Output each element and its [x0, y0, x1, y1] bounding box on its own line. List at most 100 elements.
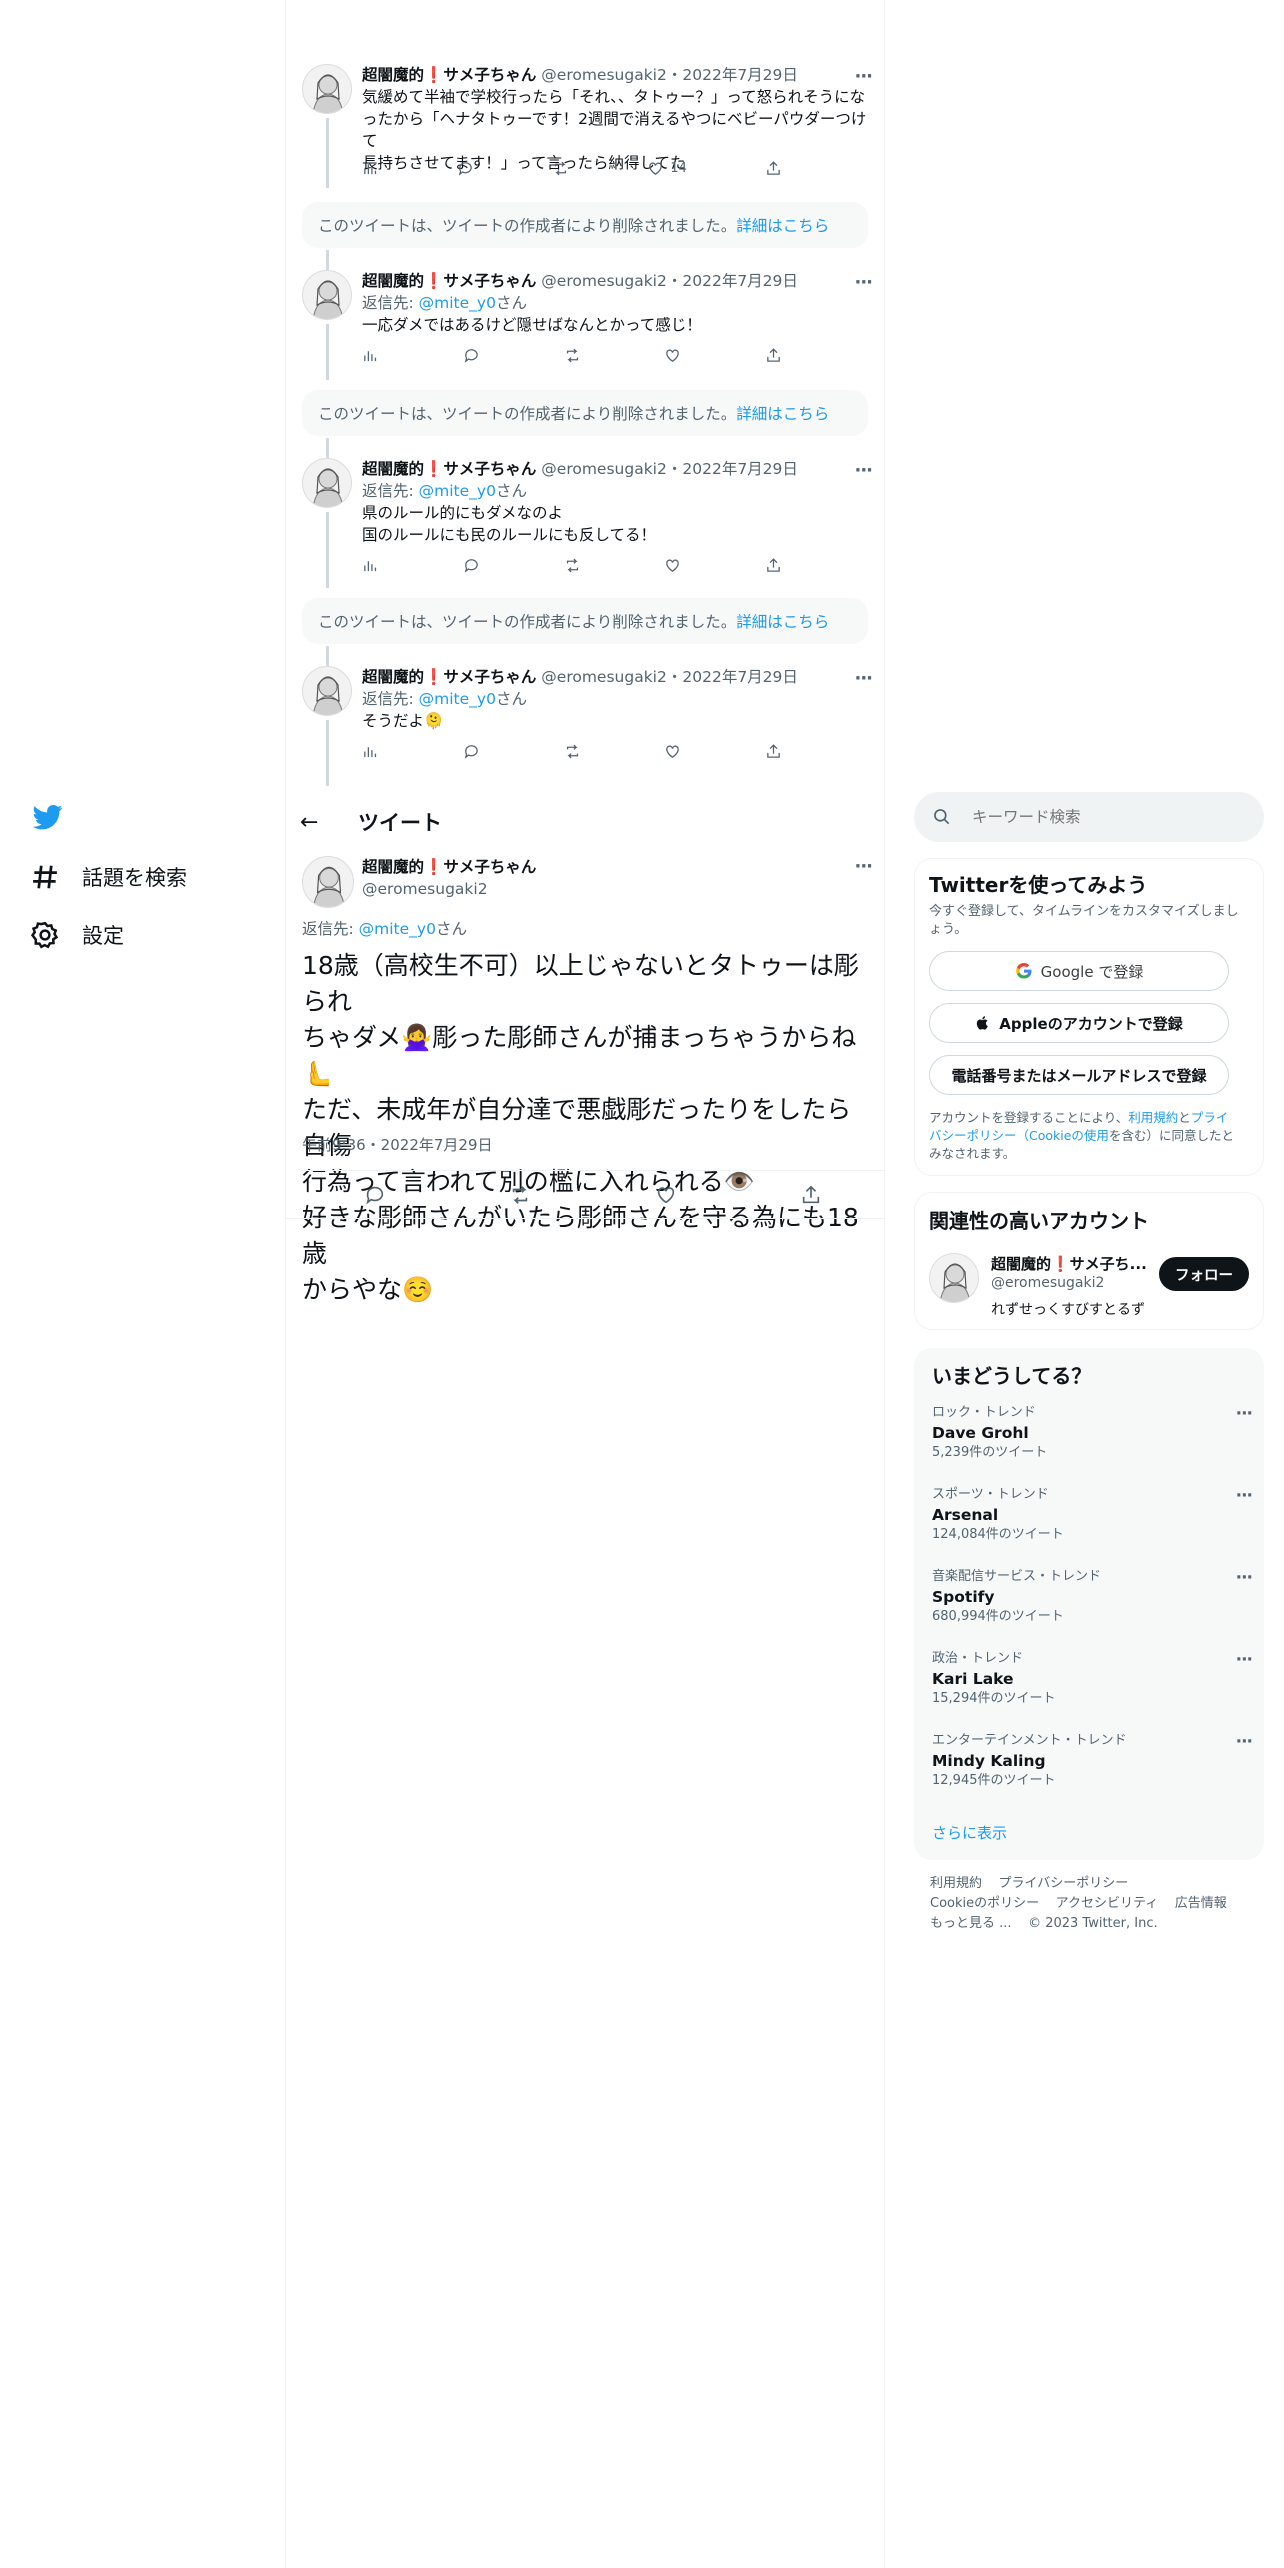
tweet-timestamp[interactable]: 午前9:36・2022年7月29日 — [302, 1134, 493, 1155]
reply-to-link[interactable]: @mite_y0 — [419, 294, 496, 312]
share-button[interactable] — [765, 347, 782, 364]
search-input[interactable] — [972, 808, 1232, 826]
reply-to-link[interactable]: @mite_y0 — [419, 482, 496, 500]
more-icon[interactable]: ··· — [1236, 1404, 1253, 1424]
footer-link-cookie[interactable]: Cookieのポリシー — [930, 1896, 1039, 1911]
avatar[interactable] — [302, 856, 354, 908]
reply-to-link[interactable]: @mite_y0 — [359, 920, 436, 938]
thread-tweet-2[interactable]: 超闇魔的❗サメ子ちゃん @eromesugaki2・2022年7月29日 返信先… — [302, 250, 873, 380]
views-button[interactable] — [362, 557, 379, 574]
details-link[interactable]: 詳細はこちら — [736, 214, 829, 236]
views-button[interactable] — [362, 347, 379, 364]
google-signup-button[interactable]: Google で登録 — [929, 951, 1229, 991]
author-name[interactable]: 超闇魔的 — [362, 66, 424, 84]
terms-link[interactable]: 利用規約 — [1128, 1110, 1178, 1125]
thread-tweet-4[interactable]: 超闇魔的❗サメ子ちゃん @eromesugaki2・2022年7月29日 返信先… — [302, 646, 873, 786]
twitter-bird-icon[interactable] — [32, 802, 66, 832]
views-button[interactable] — [362, 743, 379, 760]
avatar[interactable] — [302, 270, 352, 320]
more-icon[interactable]: ··· — [854, 66, 872, 87]
privacy-link[interactable]: バシーポリシー（Cookieの使用 — [929, 1128, 1109, 1143]
privacy-link[interactable]: プライ — [1191, 1110, 1229, 1125]
trend-item[interactable]: 音楽配信サービス・トレンド Spotify 680,994件のツイート ··· — [932, 1568, 1253, 1626]
nav-settings[interactable]: 設定 — [30, 920, 124, 950]
share-button[interactable] — [765, 160, 782, 177]
tweet-actions — [362, 344, 782, 366]
footer-link-accessibility[interactable]: アクセシビリティ — [1056, 1896, 1159, 1911]
author-name-suffix[interactable]: サメ子ちゃん — [443, 272, 536, 290]
more-icon[interactable]: ··· — [1236, 1568, 1253, 1588]
retweet-button[interactable] — [564, 347, 581, 364]
retweet-button[interactable] — [509, 1184, 531, 1206]
retweet-button[interactable] — [552, 160, 569, 177]
like-button[interactable] — [664, 557, 681, 574]
tweet-date[interactable]: 2022年7月29日 — [682, 668, 798, 686]
author-handle[interactable]: @eromesugaki2 — [541, 66, 667, 84]
more-icon[interactable]: ··· — [854, 460, 872, 481]
nav-explore[interactable]: 話題を検索 — [30, 862, 187, 892]
reply-button[interactable] — [463, 743, 480, 760]
footer-more-button[interactable]: もっと見る ... — [930, 1916, 1012, 1931]
author-handle[interactable]: @eromesugaki2 — [541, 272, 667, 290]
like-button[interactable]: 14 — [647, 160, 687, 177]
reply-button[interactable] — [463, 557, 480, 574]
author-name-suffix[interactable]: サメ子ちゃん — [443, 668, 536, 686]
author-handle[interactable]: @eromesugaki2 — [362, 878, 536, 900]
author-name-suffix[interactable]: サメ子ちゃん — [443, 66, 536, 84]
details-link[interactable]: 詳細はこちら — [736, 402, 829, 424]
reply-to-link[interactable]: @mite_y0 — [419, 690, 496, 708]
tweet-date[interactable]: 2022年7月29日 — [682, 66, 798, 84]
like-button[interactable] — [664, 743, 681, 760]
avatar[interactable] — [302, 666, 352, 716]
share-button[interactable] — [765, 743, 782, 760]
more-icon[interactable]: ··· — [1236, 1486, 1253, 1506]
footer-link-ads[interactable]: 広告情報 — [1175, 1896, 1227, 1911]
trend-item[interactable]: エンターテインメント・トレンド Mindy Kaling 12,945件のツイー… — [932, 1732, 1253, 1790]
author-name[interactable]: 超闇魔的❗サメ子ちゃん — [362, 856, 536, 878]
author-handle[interactable]: @eromesugaki2 — [541, 668, 667, 686]
related-account-handle[interactable]: @eromesugaki2 — [991, 1275, 1104, 1291]
search-bar[interactable] — [914, 792, 1264, 842]
tweet-date[interactable]: 2022年7月29日 — [682, 460, 798, 478]
trend-item[interactable]: ロック・トレンド Dave Grohl 5,239件のツイート ··· — [932, 1404, 1253, 1462]
show-more-link[interactable]: さらに表示 — [932, 1822, 1007, 1843]
more-icon[interactable]: ··· — [854, 856, 872, 877]
back-arrow-icon[interactable]: ← — [300, 810, 336, 835]
like-button[interactable] — [655, 1184, 677, 1206]
reply-button[interactable] — [364, 1184, 386, 1206]
share-button[interactable] — [765, 557, 782, 574]
footer-link-terms[interactable]: 利用規約 — [930, 1876, 982, 1891]
thread-tweet-1[interactable]: 超闇魔的❗サメ子ちゃん @eromesugaki2・2022年7月29日 気緩め… — [302, 64, 873, 188]
more-icon[interactable]: ··· — [1236, 1732, 1253, 1752]
author-name[interactable]: 超闇魔的 — [362, 668, 424, 686]
reply-button[interactable] — [457, 160, 474, 177]
apple-signup-button[interactable]: Appleのアカウントで登録 — [929, 1003, 1229, 1043]
trend-item[interactable]: 政治・トレンド Kari Lake 15,294件のツイート ··· — [932, 1650, 1253, 1708]
related-account-name[interactable]: 超闇魔的❗サメ子ち... — [991, 1253, 1151, 1274]
terms-text: アカウントを登録することにより、 — [929, 1110, 1129, 1125]
avatar[interactable] — [302, 64, 352, 114]
phone-email-signup-button[interactable]: 電話番号またはメールアドレスで登録 — [929, 1055, 1229, 1095]
more-icon[interactable]: ··· — [854, 668, 872, 689]
footer-link-privacy[interactable]: プライバシーポリシー — [999, 1876, 1129, 1891]
main-tweet-author[interactable]: 超闇魔的❗サメ子ちゃん @eromesugaki2 ··· — [302, 856, 873, 916]
follow-button[interactable]: フォロー — [1159, 1257, 1249, 1291]
share-button[interactable] — [800, 1184, 822, 1206]
author-name-suffix[interactable]: サメ子ちゃん — [443, 460, 536, 478]
more-icon[interactable]: ··· — [1236, 1650, 1253, 1670]
views-button[interactable] — [362, 160, 379, 177]
retweet-button[interactable] — [564, 557, 581, 574]
thread-tweet-3[interactable]: 超闇魔的❗サメ子ちゃん @eromesugaki2・2022年7月29日 返信先… — [302, 438, 873, 588]
author-name[interactable]: 超闇魔的 — [362, 272, 424, 290]
trend-item[interactable]: スポーツ・トレンド Arsenal 124,084件のツイート ··· — [932, 1486, 1253, 1544]
tweet-date[interactable]: 2022年7月29日 — [682, 272, 798, 290]
reply-button[interactable] — [463, 347, 480, 364]
retweet-button[interactable] — [564, 743, 581, 760]
more-icon[interactable]: ··· — [854, 272, 872, 293]
author-handle[interactable]: @eromesugaki2 — [541, 460, 667, 478]
avatar[interactable] — [929, 1253, 979, 1303]
avatar[interactable] — [302, 458, 352, 508]
details-link[interactable]: 詳細はこちら — [736, 610, 829, 632]
like-button[interactable] — [664, 347, 681, 364]
author-name[interactable]: 超闇魔的 — [362, 460, 424, 478]
